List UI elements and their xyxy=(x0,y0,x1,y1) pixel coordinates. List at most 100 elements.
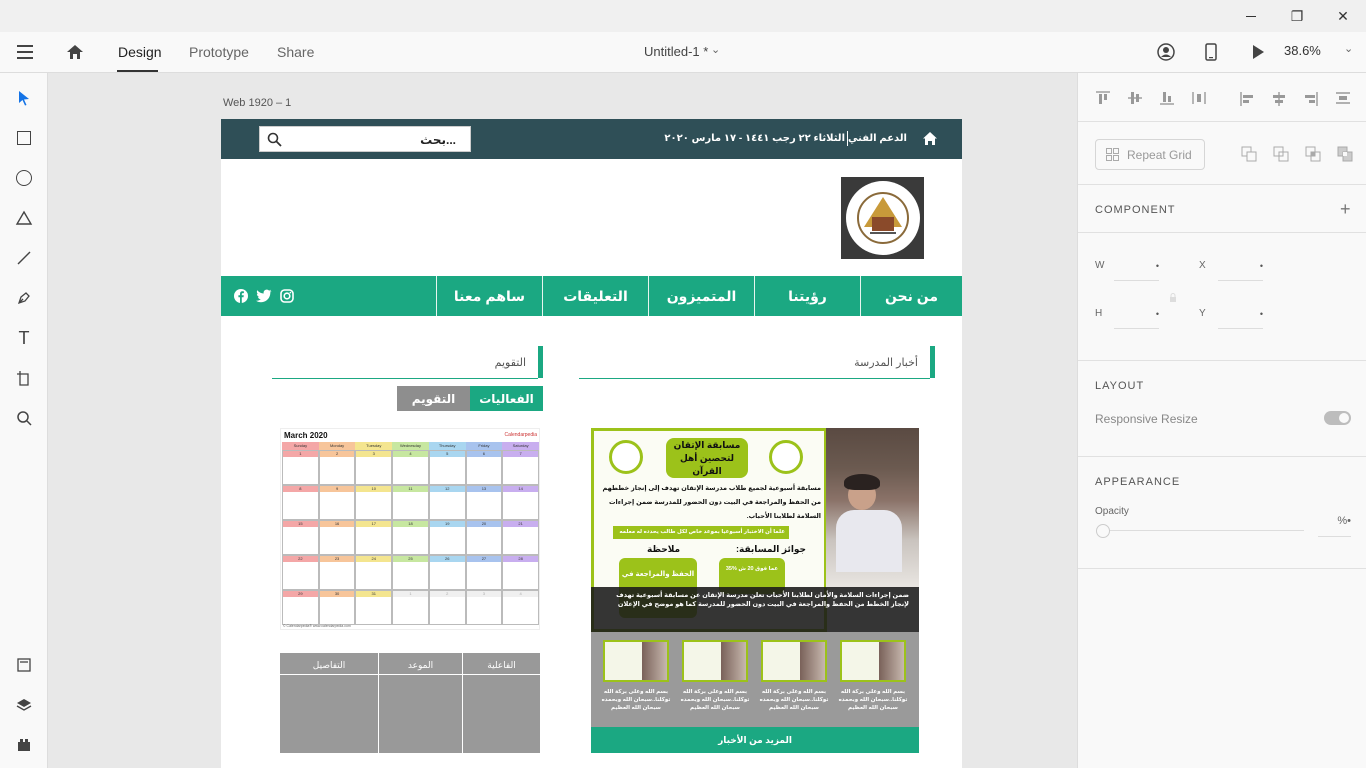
text-tool-icon[interactable]: T xyxy=(12,326,36,350)
poster-remark-text: الحفظ والمراجعة في xyxy=(621,571,695,578)
calendar-cell: 7 xyxy=(502,450,539,485)
plugins-panel-icon[interactable] xyxy=(12,733,36,757)
calendar-panel-title: التقويم xyxy=(272,346,538,379)
calendar-panel-title-text: التقويم xyxy=(494,356,526,369)
app-toolbar: Design Prototype Share Untitled-1 * ⌄ 38… xyxy=(0,32,1366,73)
news-poster[interactable]: مسابقة الإتقان لتحصين أهل القرآن مسابقة … xyxy=(591,428,919,632)
zoom-level[interactable]: 38.6% xyxy=(1284,43,1321,58)
align-middle-icon[interactable] xyxy=(1127,91,1143,105)
poster-description: مسابقة أسبوعية لجميع طلاب مدرسة الإتقان … xyxy=(602,485,821,520)
boolean-intersect-icon[interactable] xyxy=(1305,146,1321,162)
tab-prototype[interactable]: Prototype xyxy=(189,44,249,60)
calendar-title-accent xyxy=(538,346,543,378)
news-thumbnail[interactable] xyxy=(840,640,906,682)
opacity-slider[interactable] xyxy=(1096,524,1304,538)
poster-title-badge: مسابقة الإتقان لتحصين أهل القرآن xyxy=(666,438,748,478)
calendar-cell: 12 xyxy=(428,485,466,520)
height-field[interactable]: • xyxy=(1114,301,1159,329)
zoom-tool-icon[interactable] xyxy=(12,406,36,430)
responsive-resize-toggle[interactable] xyxy=(1324,411,1351,425)
close-button[interactable]: ✕ xyxy=(1320,0,1366,32)
tab-events-label: الفعاليات xyxy=(479,391,534,406)
artboard-web-1920[interactable]: بحث... الثلاثاء ٢٢ رجب ١٤٤١ - ١٧ مارس ٢٠… xyxy=(221,119,962,768)
calendar-cell: 30 xyxy=(318,590,356,625)
home-icon[interactable] xyxy=(922,131,938,146)
align-left-icon[interactable] xyxy=(1240,91,1254,107)
play-icon[interactable] xyxy=(1251,44,1265,60)
artboard-tool-icon[interactable] xyxy=(12,366,36,390)
boolean-subtract-icon[interactable] xyxy=(1273,146,1289,162)
support-link[interactable]: الدعم الفني xyxy=(848,133,907,144)
lock-aspect-icon[interactable] xyxy=(1169,293,1177,303)
rectangle-tool-icon[interactable] xyxy=(12,126,36,150)
opacity-value: %• xyxy=(1337,515,1351,527)
tab-design[interactable]: Design xyxy=(118,44,162,60)
calendar-image[interactable]: March 2020 Calendarpedia Sunday Monday Tue… xyxy=(280,428,540,630)
repeat-grid-button[interactable]: Repeat Grid xyxy=(1095,139,1205,170)
mobile-preview-icon[interactable] xyxy=(1205,43,1217,61)
twitter-icon[interactable] xyxy=(256,289,272,303)
width-label: W xyxy=(1095,260,1105,271)
minimize-button[interactable] xyxy=(1228,0,1274,32)
home-icon[interactable] xyxy=(66,43,84,61)
tab-events[interactable]: الفعاليات xyxy=(470,386,543,411)
calendar-cell: 3 xyxy=(355,450,393,485)
calendar-date: 24 xyxy=(356,556,392,562)
nav-contribute[interactable]: ساهم معنا xyxy=(436,276,542,316)
restore-button[interactable]: ❐ xyxy=(1274,0,1320,32)
pen-tool-icon[interactable] xyxy=(12,286,36,310)
nav-comments[interactable]: التعليقات xyxy=(542,276,648,316)
tab-share[interactable]: Share xyxy=(277,44,314,60)
distribute-vertical-icon[interactable] xyxy=(1191,91,1207,105)
document-title[interactable]: Untitled-1 * xyxy=(644,44,708,59)
calendar-date: 2 xyxy=(319,451,355,457)
tab-calendar[interactable]: التقويم xyxy=(397,386,470,411)
align-top-icon[interactable] xyxy=(1095,91,1111,105)
width-value: • xyxy=(1155,261,1159,271)
calendar-cell: 10 xyxy=(355,485,393,520)
facebook-icon[interactable] xyxy=(234,289,248,303)
opacity-slider-handle[interactable] xyxy=(1096,524,1110,538)
more-news-label: المزيد من الأخبار xyxy=(718,734,792,745)
nav-distinguished-label: المتميزون xyxy=(666,287,737,304)
assets-panel-icon[interactable] xyxy=(12,653,36,677)
boolean-exclude-icon[interactable] xyxy=(1337,146,1353,162)
calendar-cell: 23 xyxy=(318,555,356,590)
school-logo[interactable] xyxy=(841,177,924,259)
align-bottom-icon[interactable] xyxy=(1159,91,1175,105)
user-icon[interactable] xyxy=(1157,43,1175,61)
news-thumbnail[interactable] xyxy=(761,640,827,682)
select-tool-icon[interactable] xyxy=(12,86,36,110)
tab-design-underline xyxy=(117,70,158,72)
align-center-icon[interactable] xyxy=(1272,91,1286,107)
calendar-day-header: Sunday xyxy=(282,442,319,450)
news-thumbnail[interactable] xyxy=(682,640,748,682)
ellipse-tool-icon[interactable] xyxy=(12,166,36,190)
search-placeholder: بحث... xyxy=(420,133,456,147)
more-news-button[interactable]: المزيد من الأخبار xyxy=(591,727,919,753)
nav-distinguished[interactable]: المتميزون xyxy=(648,276,754,316)
calendar-cell: 8 xyxy=(282,485,319,520)
nav-about[interactable]: من نحن xyxy=(860,276,962,316)
poster-title: مسابقة الإتقان لتحصين أهل القرآن xyxy=(673,439,741,476)
search-box[interactable]: بحث... xyxy=(259,126,471,152)
news-thumbnail[interactable] xyxy=(603,640,669,682)
align-right-icon[interactable] xyxy=(1304,91,1318,107)
boolean-add-icon[interactable] xyxy=(1241,146,1257,162)
artboard-label[interactable]: Web 1920 – 1 xyxy=(223,97,291,109)
polygon-tool-icon[interactable] xyxy=(12,206,36,230)
hamburger-menu-icon[interactable] xyxy=(17,45,33,59)
instagram-icon[interactable] xyxy=(280,289,294,303)
y-field[interactable]: • xyxy=(1218,301,1263,329)
x-field[interactable]: • xyxy=(1218,253,1263,281)
width-field[interactable]: • xyxy=(1114,253,1159,281)
opacity-label: Opacity xyxy=(1095,506,1129,517)
layers-panel-icon[interactable] xyxy=(12,693,36,717)
zoom-chevron-icon[interactable]: ⌄ xyxy=(1344,42,1353,55)
nav-vision[interactable]: رؤيتنا xyxy=(754,276,860,316)
chevron-down-icon[interactable]: ⌄ xyxy=(711,43,720,56)
opacity-field[interactable]: %• xyxy=(1318,511,1351,537)
add-component-icon[interactable]: + xyxy=(1340,199,1351,220)
line-tool-icon[interactable] xyxy=(12,246,36,270)
distribute-horizontal-icon[interactable] xyxy=(1335,91,1351,105)
